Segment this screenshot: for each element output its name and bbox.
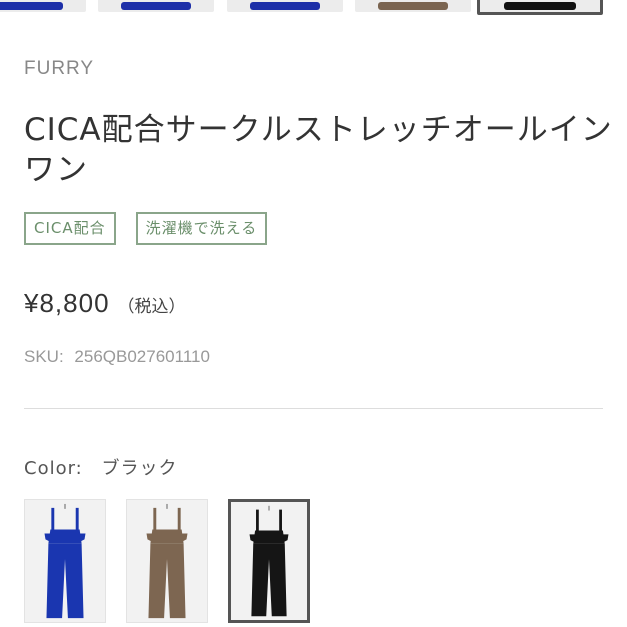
color-selector-label: Color: ブラック	[24, 454, 177, 480]
thumbnail-image[interactable]	[0, 0, 86, 12]
overall-garment-icon	[249, 505, 289, 617]
flap-right	[282, 534, 289, 542]
bib	[150, 529, 184, 544]
sku-value: 256QB027601110	[74, 347, 210, 366]
price-value: ¥8,800	[24, 288, 110, 318]
flap-right	[79, 533, 86, 542]
strap-right	[75, 507, 79, 530]
color-selected-value: ブラック	[101, 458, 178, 479]
product-tags: CICA配合 洗濯機で洗える	[24, 212, 268, 245]
sku: SKU: 256QB027601110	[24, 347, 210, 367]
color-label: Color:	[24, 458, 83, 479]
garment-thumb	[378, 2, 448, 10]
thumbnail-image[interactable]	[98, 0, 214, 12]
flap-right	[181, 533, 188, 542]
strap-left	[51, 507, 55, 530]
flap-left	[249, 534, 256, 542]
garment-thumb	[250, 2, 320, 10]
garment-thumb	[121, 2, 191, 10]
strap-right	[279, 509, 282, 531]
swatch-brown[interactable]	[126, 499, 208, 623]
price-block: ¥8,800 （税込）	[24, 288, 186, 319]
trouser-legs	[148, 543, 186, 619]
garment-thumb	[504, 2, 576, 10]
product-title: CICA配合サークルストレッチオールインワン	[24, 112, 613, 188]
thumbnail-image[interactable]	[355, 0, 471, 12]
swatch-black[interactable]	[228, 499, 310, 623]
strap-right	[177, 507, 181, 530]
strap-left	[256, 509, 259, 531]
thumbnail-strip	[0, 0, 627, 16]
price-tax-note: （税込）	[117, 297, 186, 317]
flap-left	[146, 533, 153, 542]
overall-garment-icon	[146, 503, 188, 619]
overall-garment-icon	[44, 503, 86, 619]
trouser-legs	[46, 543, 84, 619]
thumbnail-image[interactable]	[227, 0, 343, 12]
bib	[253, 530, 285, 544]
divider	[24, 408, 603, 409]
brand-name: FURRY	[24, 58, 95, 79]
trouser-legs	[251, 543, 287, 617]
thumbnail-image-selected[interactable]	[477, 0, 603, 15]
flap-left	[44, 533, 51, 542]
sku-label: SKU:	[24, 347, 64, 366]
garment-thumb	[0, 2, 63, 10]
tag-cica[interactable]: CICA配合	[24, 212, 116, 245]
swatch-blue[interactable]	[24, 499, 106, 623]
strap-left	[153, 507, 157, 530]
tag-machine-washable[interactable]: 洗濯機で洗える	[135, 212, 268, 245]
bib	[48, 529, 82, 544]
